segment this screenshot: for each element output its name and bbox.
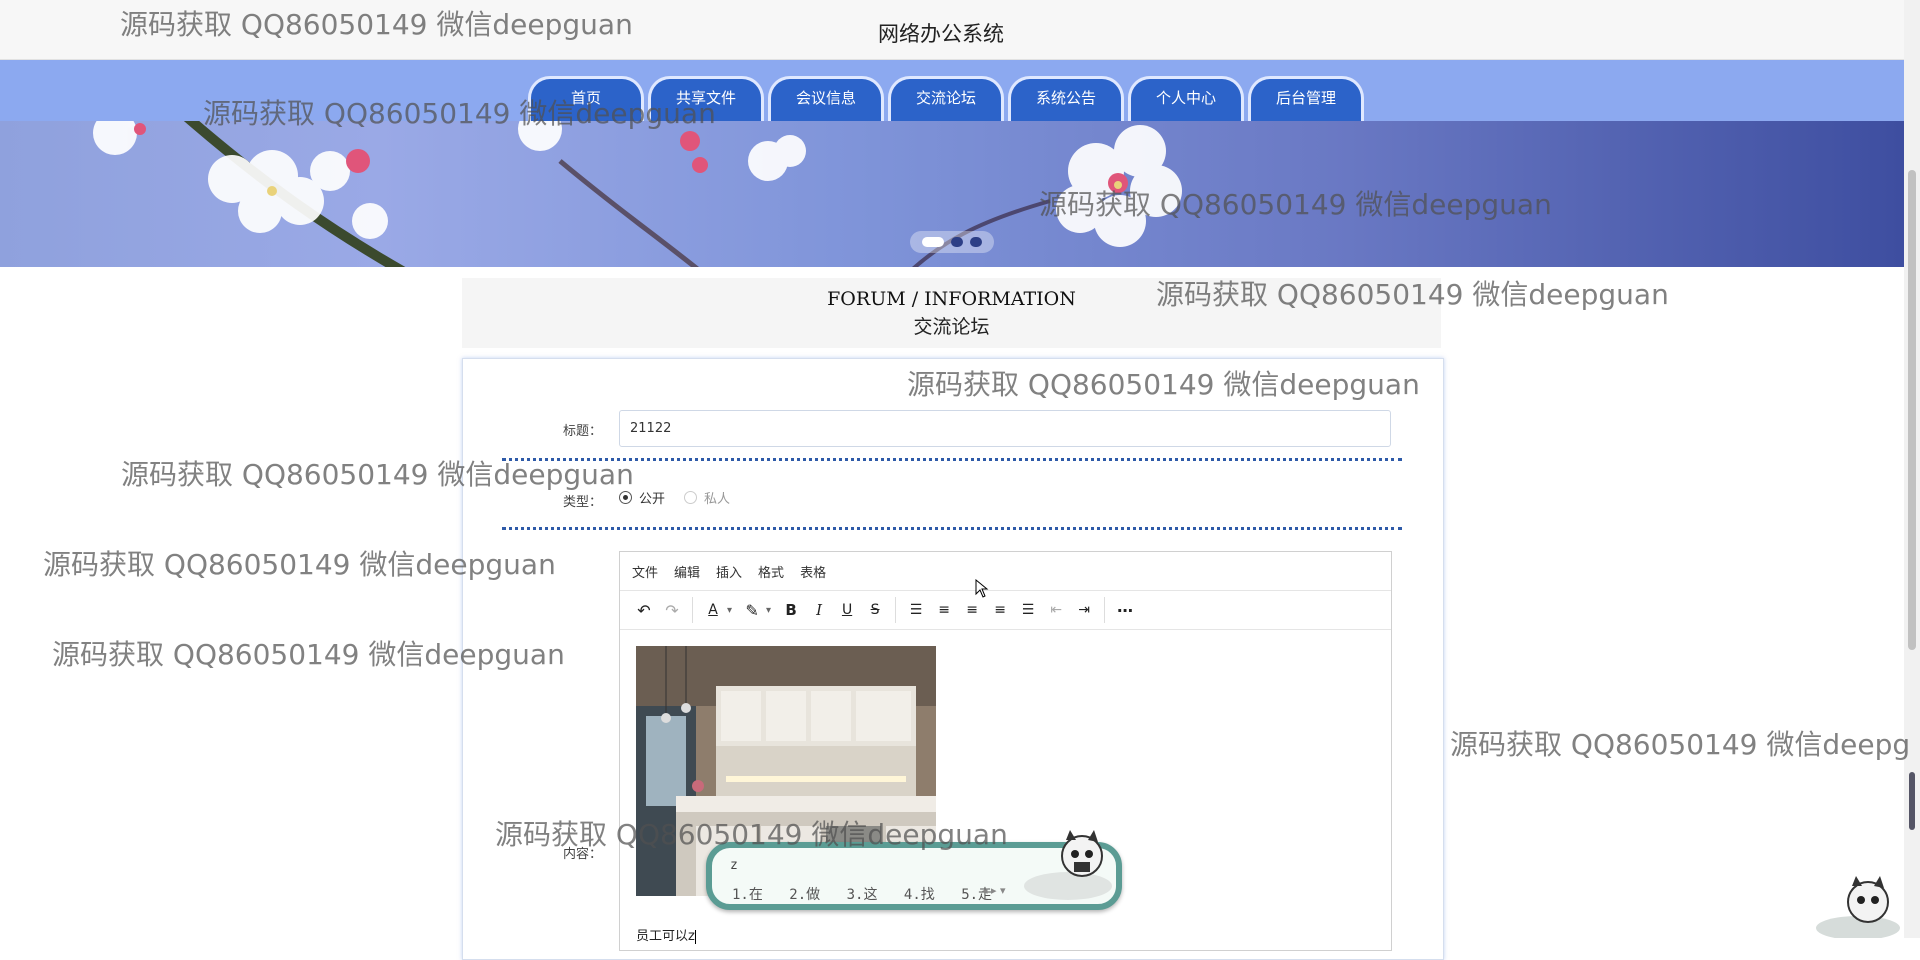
editor-content[interactable]: 员工可以z <box>620 630 1391 944</box>
text-color-icon[interactable]: A <box>699 596 727 624</box>
type-private-label: 私人 <box>704 492 731 507</box>
carousel-dot-2[interactable] <box>951 237 963 247</box>
cat-mascot-icon <box>1024 830 1112 900</box>
divider <box>502 527 1402 530</box>
editor-menubar: 文件 编辑 插入 格式 表格 <box>620 552 1391 591</box>
ime-candidate[interactable]: 1.在 <box>732 887 763 903</box>
section-heading: FORUM / INFORMATION 交流论坛 <box>462 278 1441 348</box>
radio-checked-icon <box>619 491 632 504</box>
content-label: 内容： <box>563 847 603 862</box>
indent-icon[interactable]: ⇥ <box>1070 596 1098 624</box>
watermark: 源码获取 QQ86050149 微信deepg <box>1450 728 1911 761</box>
align-justify-icon[interactable]: ☰ <box>1014 596 1042 624</box>
nav-item-shared-files[interactable]: 共享文件 <box>648 76 764 121</box>
type-public-label: 公开 <box>639 492 666 507</box>
menu-table[interactable]: 表格 <box>800 562 826 581</box>
banner-carousel <box>0 121 1904 267</box>
type-private-radio[interactable]: 私人 <box>684 488 730 507</box>
align-left-icon[interactable]: ≡ <box>930 596 958 624</box>
highlight-color-icon[interactable]: ✎ <box>738 596 766 624</box>
menu-edit[interactable]: 编辑 <box>674 562 700 581</box>
toolbar-separator <box>895 597 897 623</box>
menu-file[interactable]: 文件 <box>632 562 658 581</box>
align-center-icon[interactable]: ≡ <box>958 596 986 624</box>
site-title: 网络办公系统 <box>878 22 1004 46</box>
section-title-cn: 交流论坛 <box>913 316 990 338</box>
menu-insert[interactable]: 插入 <box>716 562 742 581</box>
strikethrough-icon[interactable]: S <box>861 596 889 624</box>
ime-candidates: 1.在 2.做 3.这 4.找 5.走 <box>732 884 1010 904</box>
outdent-icon[interactable]: ⇤ <box>1042 596 1070 624</box>
ime-input-text: z <box>730 858 738 873</box>
radio-unchecked-icon <box>684 491 697 504</box>
undo-icon[interactable]: ↶ <box>630 596 658 624</box>
chevron-down-icon[interactable]: ▾ <box>766 605 771 616</box>
menu-format[interactable]: 格式 <box>758 562 784 581</box>
underline-icon[interactable]: U <box>833 596 861 624</box>
title-label: 标题： <box>563 424 603 439</box>
cat-mascot-icon <box>1816 876 1900 938</box>
carousel-dots <box>910 231 994 253</box>
nav-item-meetings[interactable]: 会议信息 <box>768 76 884 121</box>
page-scrollbar[interactable] <box>1904 0 1920 938</box>
nav-item-admin[interactable]: 后台管理 <box>1248 76 1364 121</box>
type-public-radio[interactable]: 公开 <box>619 488 665 507</box>
scrollbar-thumb[interactable] <box>1908 170 1916 650</box>
section-title-en: FORUM / INFORMATION <box>827 288 1076 310</box>
toolbar-separator <box>692 597 693 623</box>
bold-icon[interactable]: B <box>777 596 805 624</box>
nav-item-profile[interactable]: 个人中心 <box>1128 76 1244 121</box>
align-right-icon[interactable]: ≡ <box>986 596 1014 624</box>
nav-item-forum[interactable]: 交流论坛 <box>888 76 1004 121</box>
redo-icon[interactable]: ↷ <box>658 596 686 624</box>
main-nav: 首页 共享文件 会议信息 交流论坛 系统公告 个人中心 后台管理 <box>0 60 1904 121</box>
content-text: 员工可以z <box>636 929 695 944</box>
nav-item-announcements[interactable]: 系统公告 <box>1008 76 1124 121</box>
divider <box>502 458 1402 461</box>
italic-icon[interactable]: I <box>805 596 833 624</box>
top-header: 网络办公系统 <box>0 0 1904 60</box>
editor-body-text: 员工可以z <box>636 925 696 944</box>
type-label: 类型： <box>563 495 603 510</box>
scrollbar-marker <box>1909 772 1915 830</box>
line-height-icon[interactable]: ☰ <box>902 596 930 624</box>
mouse-cursor-icon <box>975 579 989 598</box>
carousel-dot-1[interactable] <box>922 237 944 247</box>
ime-candidate[interactable]: 3.这 <box>847 887 878 903</box>
more-icon[interactable]: ⋯ <box>1111 596 1139 624</box>
text-caret <box>694 929 696 944</box>
carousel-dot-3[interactable] <box>970 237 982 247</box>
toolbar-separator <box>1104 597 1106 623</box>
chevron-down-icon[interactable]: ▾ <box>727 605 732 616</box>
title-input[interactable] <box>619 410 1391 447</box>
editor-toolbar: ↶ ↷ A ▾ ✎ ▾ B I U S ☰ ≡ ≡ ≡ ☰ ⇤ ⇥ ⋯ <box>620 591 1391 630</box>
ime-candidate[interactable]: 4.找 <box>904 887 935 903</box>
ime-page-arrows-icon[interactable]: ◂ ▸ ▾ <box>982 884 1006 897</box>
nav-item-home[interactable]: 首页 <box>528 76 644 121</box>
ime-candidate-popup: z 1.在 2.做 3.这 4.找 5.走 ◂ ▸ ▾ <box>706 830 1122 910</box>
ime-candidate[interactable]: 2.做 <box>789 887 820 903</box>
